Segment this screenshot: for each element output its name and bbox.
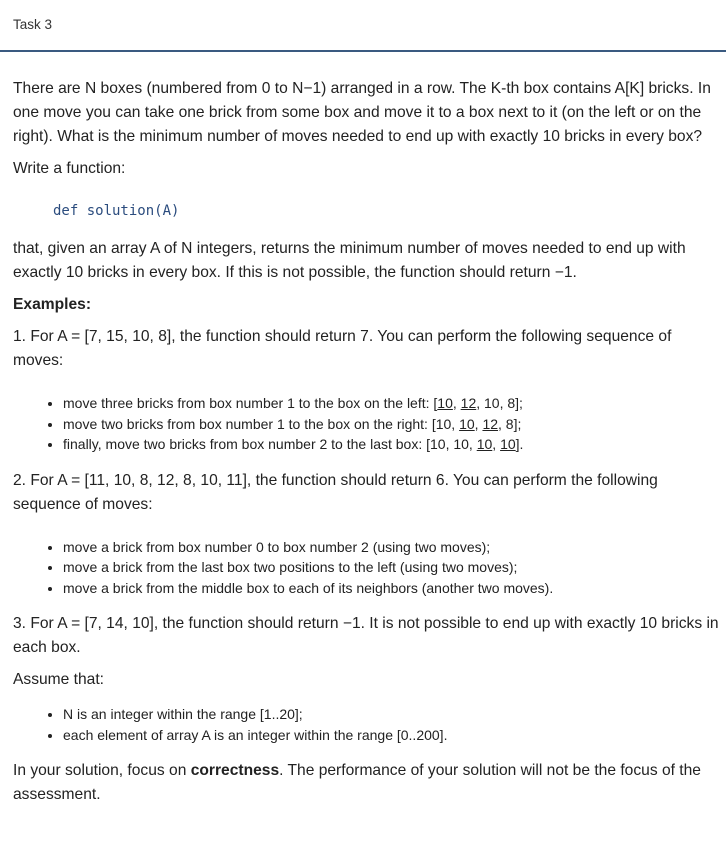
example-2-move-3: move a brick from the middle box to each… xyxy=(63,578,719,599)
assumption-item: N is an integer within the range [1..20]… xyxy=(63,704,719,725)
function-signature-code: def solution(A) xyxy=(53,203,180,219)
assumptions-list: N is an integer within the range [1..20]… xyxy=(13,704,719,745)
examples-heading: Examples: xyxy=(13,296,92,313)
task-header: Task 3 xyxy=(0,0,726,52)
task-title: Task 3 xyxy=(13,17,53,32)
example-1-moves: move three bricks from box number 1 to t… xyxy=(13,393,719,455)
example-2-moves: move a brick from box number 0 to box nu… xyxy=(13,537,719,599)
assume-heading: Assume that: xyxy=(13,671,105,688)
example-1-move-1: move three bricks from box number 1 to t… xyxy=(63,393,719,414)
example-2-move-1: move a brick from box number 0 to box nu… xyxy=(63,537,719,558)
assumption-item: each element of array A is an integer wi… xyxy=(63,725,719,746)
example-3-text: 3. For A = [7, 14, 10], the function sho… xyxy=(13,615,719,656)
example-2-move-2: move a brick from the last box two posit… xyxy=(63,557,719,578)
intro-paragraph: There are N boxes (numbered from 0 to N−… xyxy=(13,80,711,145)
example-2-text: 2. For A = [11, 10, 8, 12, 8, 10, 11], t… xyxy=(13,471,658,513)
task-description: There are N boxes (numbered from 0 to N−… xyxy=(13,77,719,807)
focus-emphasis: correctness xyxy=(190,762,280,779)
write-function-paragraph: Write a function: xyxy=(13,160,126,177)
focus-paragraph: In your solution, focus on correctness. … xyxy=(13,762,701,803)
example-1-text: 1. For A = [7, 15, 10, 8], the function … xyxy=(13,328,672,369)
example-1-move-2: move two bricks from box number 1 to the… xyxy=(63,414,719,435)
given-paragraph: that, given an array A of N integers, re… xyxy=(13,240,686,281)
example-1-move-3: finally, move two bricks from box number… xyxy=(63,434,719,455)
